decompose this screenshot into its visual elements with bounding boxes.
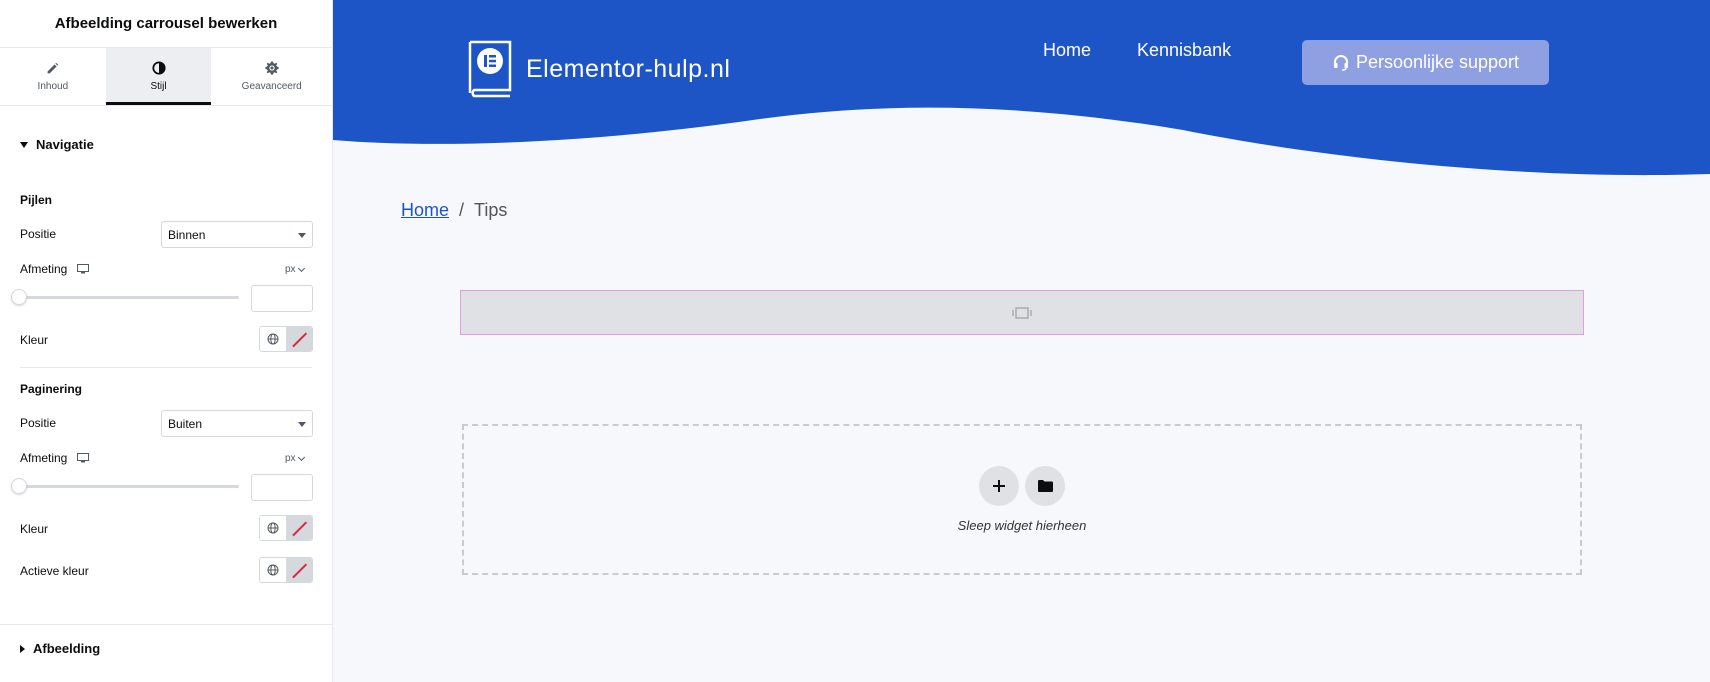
heading-pijlen: Pijlen xyxy=(20,193,53,207)
unit-value: px xyxy=(285,264,296,275)
site-logo[interactable]: Elementor-hulp.nl xyxy=(466,40,730,98)
color-swatch[interactable] xyxy=(287,558,312,582)
arrows-unit-select[interactable]: px xyxy=(285,264,305,275)
tab-stijl[interactable]: Stijl xyxy=(105,48,212,105)
select-value: Buiten xyxy=(168,416,203,431)
desktop-icon xyxy=(77,453,90,463)
pagination-color-label: Kleur xyxy=(20,522,48,536)
label-text: Actieve kleur xyxy=(20,564,89,578)
plus-icon xyxy=(993,480,1005,492)
panel-title: Afbeelding carrousel bewerken xyxy=(54,15,278,32)
panel-header: Afbeelding carrousel bewerken xyxy=(0,0,332,48)
breadcrumb: Home / Tips xyxy=(401,200,507,221)
caret-right-icon xyxy=(20,644,25,653)
arrows-color-label: Kleur xyxy=(20,333,48,347)
globe-icon[interactable] xyxy=(260,558,287,582)
editor-panel: Afbeelding carrousel bewerken Inhoud Sti… xyxy=(0,0,333,682)
pagination-color-control xyxy=(259,515,313,541)
pagination-size-slider-track[interactable] xyxy=(20,485,239,488)
arrows-size-input[interactable] xyxy=(251,285,313,312)
support-button[interactable]: Persoonlijke support xyxy=(1302,40,1549,85)
gear-icon xyxy=(265,61,279,75)
nav-link-kennisbank[interactable]: Kennisbank xyxy=(1137,40,1231,61)
breadcrumb-separator: / xyxy=(459,200,465,220)
arrows-size-slider-handle[interactable] xyxy=(11,289,27,305)
globe-icon[interactable] xyxy=(260,327,287,351)
breadcrumb-current: Tips xyxy=(474,200,508,220)
main-nav: Home Kennisbank xyxy=(1043,40,1231,61)
half-circle-icon xyxy=(151,61,166,75)
section-afbeelding[interactable]: Afbeelding xyxy=(20,641,100,656)
pagination-unit-select[interactable]: px xyxy=(285,453,305,464)
tab-label: Geavanceerd xyxy=(241,81,302,92)
select-value: Binnen xyxy=(168,227,206,242)
pagination-size-slider-handle[interactable] xyxy=(11,478,27,494)
arrows-size-label: Afmeting xyxy=(20,262,90,276)
dropdown-arrow-icon xyxy=(298,422,306,427)
empty-section-dropzone[interactable]: Sleep widget hierheen xyxy=(462,424,1582,575)
tab-geavanceerd[interactable]: Geavanceerd xyxy=(211,48,332,105)
pagination-active-color-label: Actieve kleur xyxy=(20,564,89,578)
pagination-active-color-control xyxy=(259,557,313,583)
section-title: Navigatie xyxy=(36,137,94,152)
arrows-position-select[interactable]: Binnen xyxy=(161,221,313,248)
label-text: Positie xyxy=(20,416,57,430)
carousel-icon xyxy=(1012,306,1032,319)
label-text: Kleur xyxy=(20,333,49,347)
breadcrumb-home-link[interactable]: Home xyxy=(401,200,449,221)
support-button-label: Persoonlijke support xyxy=(1355,52,1520,72)
caret-down-icon xyxy=(20,141,28,148)
pencil-icon xyxy=(47,62,59,73)
dropzone-text: Sleep widget hierheen xyxy=(957,518,1087,533)
chevron-down-icon xyxy=(297,453,305,461)
pagination-size-label: Afmeting xyxy=(20,451,90,465)
folder-icon xyxy=(1037,480,1053,492)
section-navigatie[interactable]: Navigatie xyxy=(20,137,94,152)
label-text: Afmeting xyxy=(20,262,68,276)
divider xyxy=(20,367,312,368)
label-text: Kleur xyxy=(20,522,49,536)
tab-label: Stijl xyxy=(150,81,167,92)
desktop-icon xyxy=(77,264,90,274)
color-swatch[interactable] xyxy=(287,327,312,351)
nav-link-home[interactable]: Home xyxy=(1043,40,1091,61)
preview-canvas: Elementor-hulp.nl Home Kennisbank Persoo… xyxy=(333,0,1710,682)
dropdown-arrow-icon xyxy=(298,233,306,238)
arrows-color-control xyxy=(259,326,313,352)
unit-value: px xyxy=(285,453,296,464)
pagination-size-input[interactable] xyxy=(251,474,313,501)
chevron-down-icon xyxy=(297,264,305,272)
add-section-button[interactable] xyxy=(979,466,1019,506)
book-logo-icon xyxy=(468,40,512,98)
pagination-position-select[interactable]: Buiten xyxy=(161,410,313,437)
tab-label: Inhoud xyxy=(37,80,69,92)
color-swatch[interactable] xyxy=(287,516,312,540)
arrows-position-label: Positie xyxy=(20,227,56,241)
headset-icon xyxy=(1333,54,1348,71)
arrows-size-slider-track[interactable] xyxy=(20,296,239,299)
heading-paginering: Paginering xyxy=(20,382,83,396)
tab-inhoud[interactable]: Inhoud xyxy=(0,48,106,105)
pagination-position-label: Positie xyxy=(20,416,56,430)
section-title: Afbeelding xyxy=(33,641,101,656)
add-template-button[interactable] xyxy=(1025,466,1065,506)
dropzone-buttons xyxy=(979,466,1065,506)
image-carousel-placeholder[interactable] xyxy=(460,290,1584,335)
logo-text: Elementor-hulp.nl xyxy=(526,54,731,83)
panel-tabs: Inhoud Stijl Geavanceerd xyxy=(0,48,332,106)
divider xyxy=(0,624,332,625)
label-text: Positie xyxy=(20,227,57,241)
globe-icon[interactable] xyxy=(260,516,287,540)
label-text: Afmeting xyxy=(20,451,68,465)
